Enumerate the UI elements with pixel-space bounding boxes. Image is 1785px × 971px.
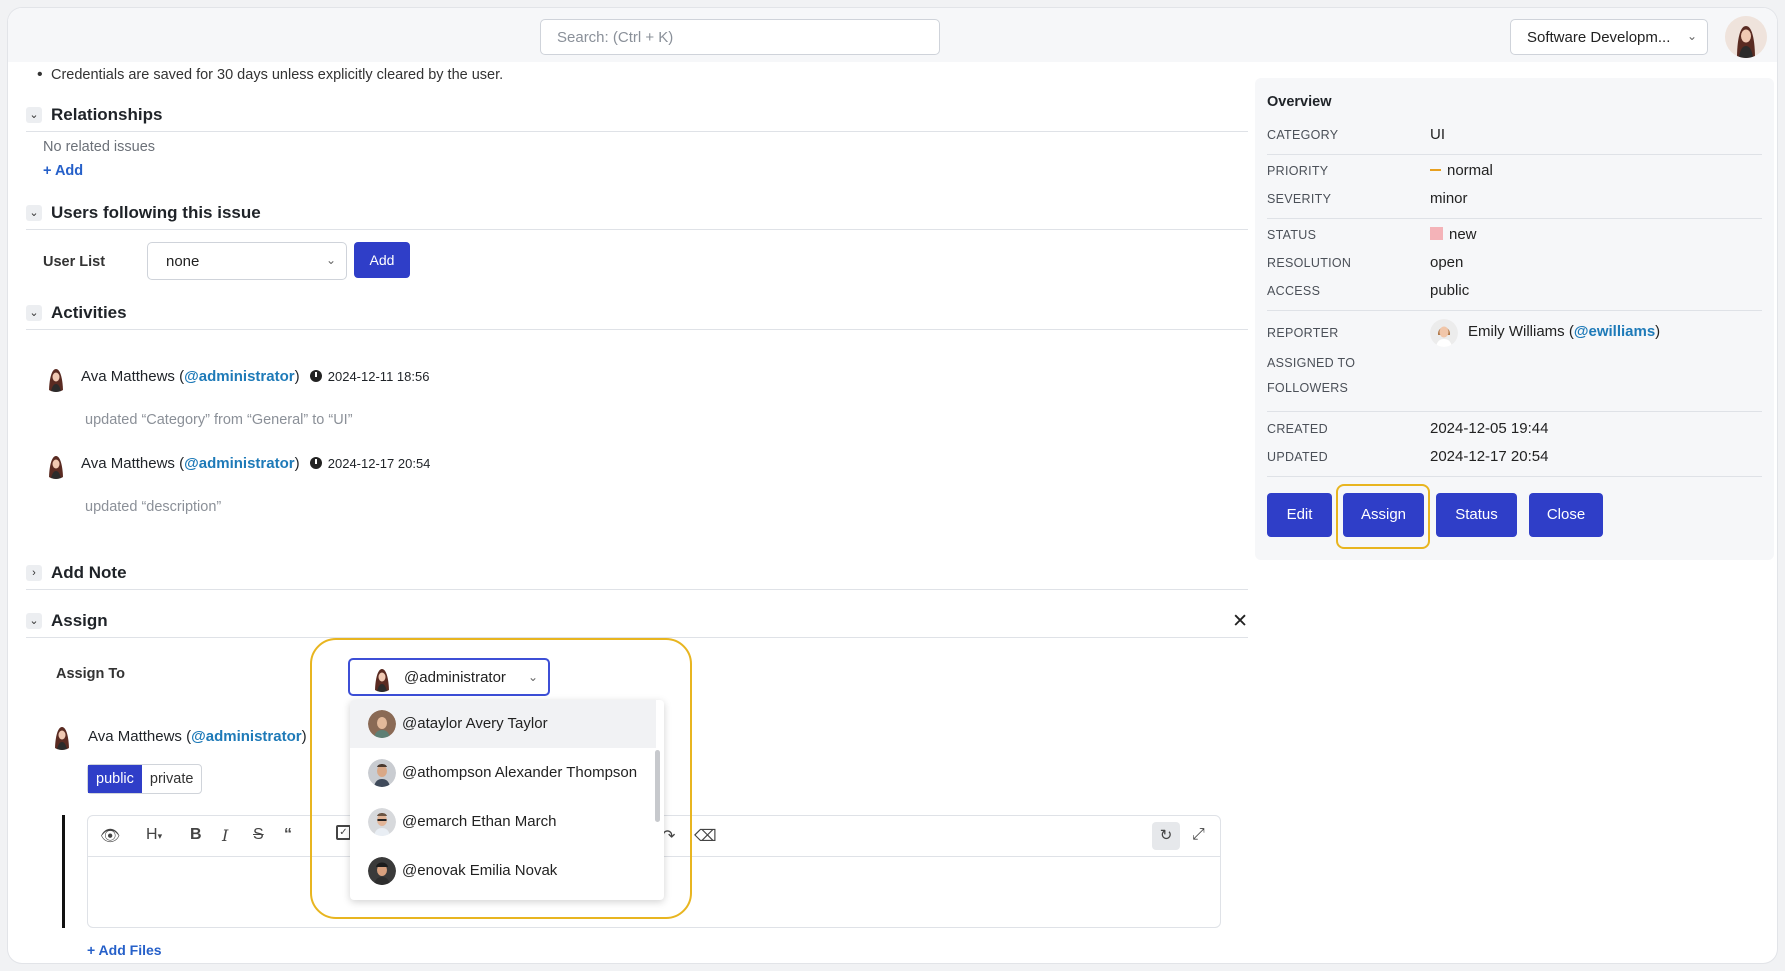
overview-row-assigned: ASSIGNED TO: [1267, 356, 1356, 370]
priority-dash-icon: [1430, 169, 1441, 171]
visibility-private-button[interactable]: private: [142, 765, 202, 793]
user-list-label: User List: [43, 254, 106, 270]
activity-text: updated “description”: [85, 499, 222, 515]
add-files-link[interactable]: + Add Files: [87, 942, 162, 958]
add-note-title: Add Note: [51, 563, 127, 582]
editor-focus-bar: [62, 815, 65, 928]
preview-eye-icon[interactable]: 👁: [100, 826, 120, 846]
chevron-down-icon[interactable]: ⌄: [26, 613, 42, 629]
top-bar: Search: (Ctrl + K) Software Developm... …: [8, 8, 1777, 62]
visibility-public-button[interactable]: public: [88, 765, 142, 793]
activity-time: 2024-12-17 20:54: [327, 456, 431, 471]
activities-section-header[interactable]: ⌄ Activities: [26, 300, 1248, 330]
project-select-label: Software Developm...: [1527, 29, 1671, 46]
avatar: [48, 722, 76, 750]
activity-handle-link[interactable]: @administrator: [184, 368, 294, 385]
italic-icon[interactable]: I: [222, 826, 228, 845]
project-select[interactable]: Software Developm... ⌄: [1510, 19, 1708, 55]
add-note-section-header[interactable]: › Add Note: [26, 560, 1248, 590]
activity-user: Ava Matthews: [81, 455, 175, 472]
dropdown-option[interactable]: @enovak Emilia Novak: [350, 847, 656, 895]
followers-title: Users following this issue: [51, 203, 261, 222]
description-bullet: Credentials are saved for 30 days unless…: [37, 66, 503, 84]
chevron-down-icon: ⌄: [325, 253, 336, 267]
chevron-down-icon[interactable]: ⌄: [26, 205, 42, 221]
chevron-down-icon[interactable]: ⌄: [26, 107, 42, 123]
overview-row-status: STATUS new: [1267, 226, 1477, 243]
avatar: [368, 857, 396, 885]
avatar: [42, 364, 70, 392]
followers-section-header[interactable]: ⌄ Users following this issue: [26, 200, 1248, 230]
note-author: Ava Matthews (@administrator): [88, 728, 307, 745]
dropdown-scrollbar[interactable]: [655, 750, 660, 822]
reporter-handle-link[interactable]: @ewilliams: [1574, 323, 1655, 340]
avatar: [42, 451, 70, 479]
add-follower-button[interactable]: Add: [354, 242, 410, 278]
dropdown-option[interactable]: @athompson Alexander Thompson: [350, 749, 656, 797]
user-list-value: none: [166, 253, 200, 270]
add-relationship-link[interactable]: + Add: [43, 163, 83, 179]
overview-row-created: CREATED 2024-12-05 19:44: [1267, 420, 1549, 437]
option-handle: @enovak Emilia Novak: [402, 862, 558, 879]
clock-icon: [309, 370, 322, 382]
activity-text: updated “Category” from “General” to “UI…: [85, 412, 353, 428]
search-input[interactable]: Search: (Ctrl + K): [540, 19, 940, 55]
assign-to-label: Assign To: [56, 666, 126, 682]
quote-icon[interactable]: “: [284, 826, 292, 844]
status-button[interactable]: Status: [1436, 493, 1517, 537]
overview-panel: Overview CATEGORY UI PRIORITY normal SEV…: [1255, 78, 1774, 560]
avatar: [368, 759, 396, 787]
visibility-toggle: public private: [87, 764, 203, 794]
fullscreen-icon[interactable]: ⤢: [1192, 826, 1205, 844]
overview-title: Overview: [1267, 94, 1332, 110]
close-icon[interactable]: ✕: [1232, 610, 1248, 633]
activities-title: Activities: [51, 303, 127, 322]
user-avatar[interactable]: [1725, 16, 1767, 58]
option-handle: @ataylor Avery Taylor: [402, 715, 548, 732]
strikethrough-icon[interactable]: S: [253, 826, 264, 844]
avatar: [368, 710, 396, 738]
status-color-icon: [1430, 227, 1443, 240]
highlight-assign-button: [1336, 484, 1430, 549]
activity-handle-link[interactable]: @administrator: [184, 455, 294, 472]
overview-row-category: CATEGORY UI: [1267, 126, 1445, 143]
app-window: Search: (Ctrl + K) Software Developm... …: [8, 8, 1777, 963]
overview-row-access: ACCESS public: [1267, 282, 1470, 299]
overview-row-reporter: REPORTER Emily Williams (@ewilliams): [1267, 319, 1762, 347]
chevron-right-icon[interactable]: ›: [26, 565, 42, 581]
edit-button[interactable]: Edit: [1267, 493, 1332, 537]
assignee-dropdown: @ataylor Avery Taylor @athompson Alexand…: [350, 700, 664, 900]
user-list-select[interactable]: none ⌄: [147, 242, 347, 280]
no-related-issues-text: No related issues: [43, 139, 156, 155]
assign-section-header[interactable]: ⌄ Assign ✕: [26, 608, 1248, 638]
option-handle: @emarch Ethan March: [402, 813, 557, 830]
assign-title: Assign: [51, 611, 108, 630]
activity-user: Ava Matthews: [81, 368, 175, 385]
eraser-icon[interactable]: ⌫: [694, 826, 717, 846]
option-handle: @athompson Alexander Thompson: [402, 764, 638, 781]
activity-time: 2024-12-11 18:56: [327, 369, 430, 384]
avatar: [1430, 319, 1458, 347]
bold-icon[interactable]: B: [190, 826, 202, 844]
chevron-down-icon: ⌄: [1686, 29, 1697, 43]
activity-header: Ava Matthews (@administrator) 2024-12-11…: [81, 368, 430, 385]
relationships-section-header[interactable]: ⌄ Relationships: [26, 102, 1248, 132]
overview-row-priority: PRIORITY normal: [1267, 162, 1493, 179]
overview-row-updated: UPDATED 2024-12-17 20:54: [1267, 448, 1549, 465]
note-user: Ava Matthews: [88, 728, 182, 745]
clock-icon: [309, 457, 322, 469]
chevron-down-icon[interactable]: ⌄: [26, 305, 42, 321]
dropdown-option[interactable]: @emarch Ethan March: [350, 798, 656, 846]
overview-row-severity: SEVERITY minor: [1267, 190, 1468, 207]
overview-row-resolution: RESOLUTION open: [1267, 254, 1464, 271]
avatar: [368, 808, 396, 836]
heading-icon[interactable]: H▾: [146, 826, 162, 844]
sync-scroll-icon[interactable]: ↻: [1152, 822, 1180, 850]
close-button[interactable]: Close: [1529, 493, 1603, 537]
relationships-title: Relationships: [51, 105, 163, 124]
note-handle-link[interactable]: @administrator: [191, 728, 301, 745]
activity-header: Ava Matthews (@administrator) 2024-12-17…: [81, 455, 431, 472]
dropdown-option[interactable]: @ataylor Avery Taylor: [350, 700, 656, 748]
overview-row-followers: FOLLOWERS: [1267, 381, 1349, 395]
